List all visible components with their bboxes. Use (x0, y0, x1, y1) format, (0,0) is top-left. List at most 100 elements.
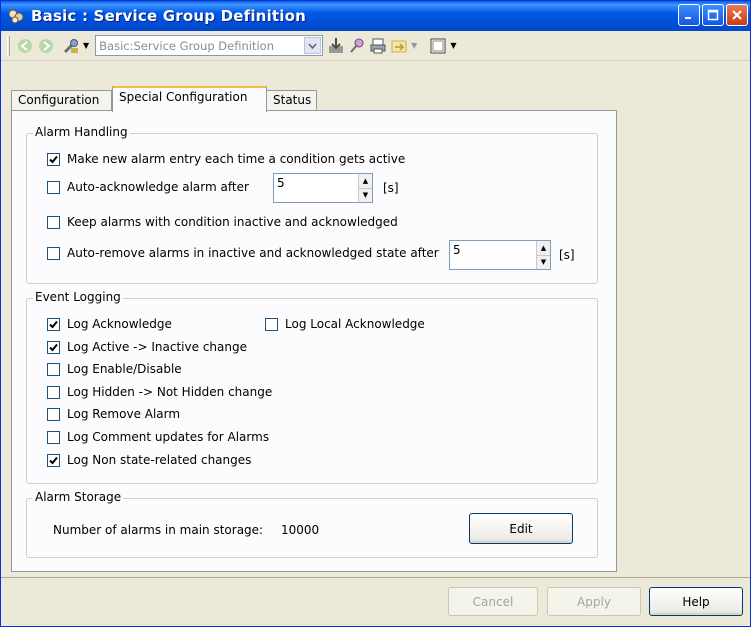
log-non-state-checkbox[interactable] (47, 453, 60, 467)
export-button[interactable] (390, 37, 408, 55)
log-remove-alarm-checkbox[interactable] (47, 407, 60, 421)
cancel-button-label: Cancel (472, 594, 514, 609)
log-local-acknowledge-row: Log Local Acknowledge (265, 317, 425, 331)
log-non-state-label: Log Non state-related changes (67, 453, 252, 467)
log-enable-disable-row: Log Enable/Disable (47, 362, 182, 376)
app-icon (8, 9, 24, 24)
alarm-storage-title: Alarm Storage (33, 490, 124, 504)
alarm-handling-title: Alarm Handling (33, 125, 130, 139)
view-combo[interactable]: Basic:Service Group Definition (95, 35, 324, 56)
edit-button[interactable]: Edit (469, 513, 573, 544)
window-button[interactable] (429, 37, 447, 55)
forward-button[interactable] (37, 37, 55, 55)
alarm-storage-value: 10000 (281, 523, 320, 537)
auto-remove-unit: [s] (559, 248, 575, 262)
log-acknowledge-row: Log Acknowledge (47, 317, 172, 331)
dialog-window: Basic : Service Group Definition ▼ Basic (0, 0, 751, 627)
spin-down-icon[interactable]: ▼ (359, 188, 372, 202)
auto-acknowledge-label: Auto-acknowledge alarm after (67, 180, 249, 194)
help-button[interactable]: Help (649, 587, 743, 616)
tab-special-configuration[interactable]: Special Configuration (112, 86, 267, 112)
tab-special-configuration-label: Special Configuration (119, 90, 248, 104)
tools-icon (63, 38, 78, 53)
auto-acknowledge-spinner[interactable]: 5 ▲ ▼ (273, 173, 373, 203)
window-icon (430, 38, 446, 53)
tab-panel: Alarm Handling Make new alarm entry each… (11, 110, 617, 572)
checkmark-icon (49, 320, 58, 328)
log-comment-row: Log Comment updates for Alarms (47, 430, 269, 444)
pin-icon (350, 38, 364, 53)
apply-button[interactable]: Apply (547, 587, 641, 616)
log-acknowledge-checkbox[interactable] (47, 317, 60, 331)
spin-up-icon[interactable]: ▲ (537, 241, 550, 256)
close-icon (732, 10, 742, 20)
download-icon (329, 37, 344, 53)
log-enable-disable-checkbox[interactable] (47, 362, 60, 376)
log-comment-checkbox[interactable] (47, 430, 60, 444)
log-acknowledge-label: Log Acknowledge (67, 317, 172, 331)
auto-remove-row: Auto-remove alarms in inactive and ackno… (47, 246, 439, 260)
auto-acknowledge-checkbox[interactable] (47, 180, 60, 194)
tools-button[interactable] (62, 37, 80, 55)
view-combo-value: Basic:Service Group Definition (99, 38, 274, 53)
back-arrow-icon (18, 38, 32, 53)
checkmark-icon (49, 456, 58, 464)
log-hidden-row: Log Hidden -> Not Hidden change (47, 385, 272, 399)
spin-down-icon[interactable]: ▼ (537, 255, 550, 269)
back-button[interactable] (16, 37, 34, 55)
alarm-storage-group: Alarm Storage Number of alarms in main s… (26, 490, 598, 558)
minimize-icon (685, 17, 691, 19)
maximize-button[interactable] (702, 4, 724, 26)
log-non-state-row: Log Non state-related changes (47, 453, 251, 467)
new-alarm-entry-row: Make new alarm entry each time a conditi… (47, 152, 405, 166)
footer-divider (1, 577, 750, 578)
window-title: Basic : Service Group Definition (31, 7, 307, 25)
alarm-storage-label: Number of alarms in main storage: (53, 523, 264, 537)
auto-remove-label: Auto-remove alarms in inactive and ackno… (67, 246, 439, 260)
spin-up-icon[interactable]: ▲ (359, 174, 372, 189)
auto-acknowledge-value[interactable]: 5 (274, 174, 358, 202)
print-button[interactable] (369, 37, 387, 55)
event-logging-group: Event Logging Log Acknowledge Log Local … (26, 290, 598, 484)
log-hidden-checkbox[interactable] (47, 385, 60, 399)
maximize-icon (707, 9, 719, 21)
minimize-button[interactable] (678, 4, 700, 26)
window-dropdown-arrow-icon[interactable]: ▼ (450, 41, 456, 50)
toolbar-grip[interactable] (7, 35, 10, 56)
keep-alarms-row: Keep alarms with condition inactive and … (47, 215, 398, 229)
log-local-acknowledge-checkbox[interactable] (265, 317, 278, 331)
tab-configuration[interactable]: Configuration (11, 90, 112, 111)
auto-remove-spinner[interactable]: 5 ▲ ▼ (449, 240, 551, 270)
help-button-label: Help (682, 594, 710, 609)
tab-status[interactable]: Status (266, 90, 317, 111)
tab-configuration-label: Configuration (18, 93, 100, 107)
auto-acknowledge-row: Auto-acknowledge alarm after (47, 180, 249, 194)
close-button[interactable] (726, 4, 748, 26)
pin-button[interactable] (348, 37, 366, 55)
title-bar[interactable]: Basic : Service Group Definition (1, 1, 750, 31)
checkmark-icon (49, 343, 58, 351)
tools-dropdown-arrow-icon[interactable]: ▼ (83, 41, 89, 50)
chevron-down-icon (308, 43, 317, 49)
download-button[interactable] (327, 37, 345, 55)
keep-alarms-checkbox[interactable] (47, 215, 60, 229)
export-icon (391, 40, 407, 52)
combo-dropdown-button[interactable] (304, 37, 322, 54)
printer-icon (370, 38, 386, 53)
export-dropdown-arrow-icon[interactable]: ▼ (411, 41, 417, 50)
checkmark-icon (49, 155, 58, 163)
auto-remove-value[interactable]: 5 (450, 241, 536, 269)
log-active-inactive-checkbox[interactable] (47, 340, 60, 354)
log-active-inactive-label: Log Active -> Inactive change (67, 340, 247, 354)
new-alarm-entry-checkbox[interactable] (47, 152, 60, 166)
forward-arrow-icon (39, 38, 53, 53)
edit-button-label: Edit (509, 521, 533, 536)
log-remove-alarm-label: Log Remove Alarm (67, 407, 181, 421)
log-remove-alarm-row: Log Remove Alarm (47, 407, 180, 421)
auto-remove-checkbox[interactable] (47, 246, 60, 260)
auto-acknowledge-unit: [s] (383, 181, 399, 195)
cancel-button[interactable]: Cancel (448, 587, 538, 616)
log-active-inactive-row: Log Active -> Inactive change (47, 340, 247, 354)
log-comment-label: Log Comment updates for Alarms (67, 430, 270, 444)
log-local-acknowledge-label: Log Local Acknowledge (285, 317, 425, 331)
